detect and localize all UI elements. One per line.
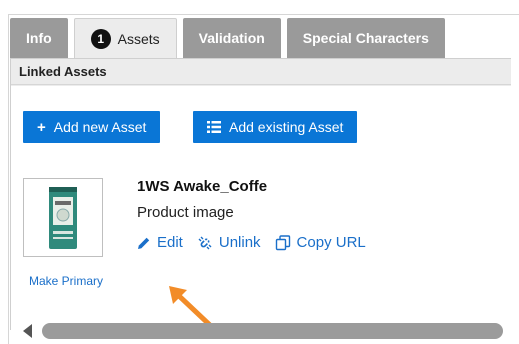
- tab-bar: Info 1 Assets Validation Special Charact…: [10, 18, 445, 58]
- edit-label: Edit: [157, 234, 183, 251]
- tab-special-characters[interactable]: Special Characters: [286, 18, 445, 58]
- copy-url-link[interactable]: Copy URL: [275, 234, 366, 251]
- linked-assets-content: + Add new Asset Add existing Asset Make …: [11, 86, 511, 339]
- edit-link[interactable]: Edit: [137, 234, 183, 251]
- linked-assets-heading: Linked Assets: [11, 59, 511, 85]
- plus-icon: +: [37, 118, 46, 136]
- add-existing-asset-button[interactable]: Add existing Asset: [193, 111, 358, 143]
- asset-type: Product image: [137, 204, 234, 221]
- tab-info[interactable]: Info: [10, 18, 68, 58]
- copy-icon: [275, 234, 290, 250]
- scrollbar-thumb[interactable]: [42, 323, 503, 339]
- tab-info-label: Info: [26, 30, 52, 46]
- asset-actions: Edit Unlink Copy URL: [137, 234, 366, 251]
- asset-thumbnail[interactable]: [23, 178, 103, 257]
- tab-assets-label: Assets: [117, 30, 160, 47]
- tab-assets[interactable]: 1 Assets: [73, 18, 177, 58]
- assets-panel: Linked Assets + Add new Asset Add existi…: [10, 58, 511, 339]
- make-primary-link[interactable]: Make Primary: [29, 274, 103, 288]
- tab-special-characters-label: Special Characters: [302, 30, 429, 46]
- scroll-left-arrow-icon[interactable]: [23, 324, 32, 338]
- tab-validation-label: Validation: [198, 30, 265, 46]
- unlink-icon: [198, 236, 212, 249]
- unlink-link[interactable]: Unlink: [197, 234, 261, 251]
- pencil-icon: [138, 237, 150, 249]
- horizontal-scrollbar[interactable]: [23, 322, 503, 340]
- list-icon: [207, 121, 221, 133]
- copy-url-label: Copy URL: [296, 234, 366, 251]
- tab-validation[interactable]: Validation: [182, 18, 281, 58]
- unlink-label: Unlink: [218, 234, 261, 251]
- assets-count-badge: 1: [90, 28, 111, 49]
- coffee-can-image: [49, 186, 77, 249]
- add-existing-asset-label: Add existing Asset: [229, 119, 344, 135]
- asset-name: 1WS Awake_Coffe: [137, 178, 268, 195]
- add-new-asset-button[interactable]: + Add new Asset: [23, 111, 161, 143]
- add-new-asset-label: Add new Asset: [53, 119, 147, 135]
